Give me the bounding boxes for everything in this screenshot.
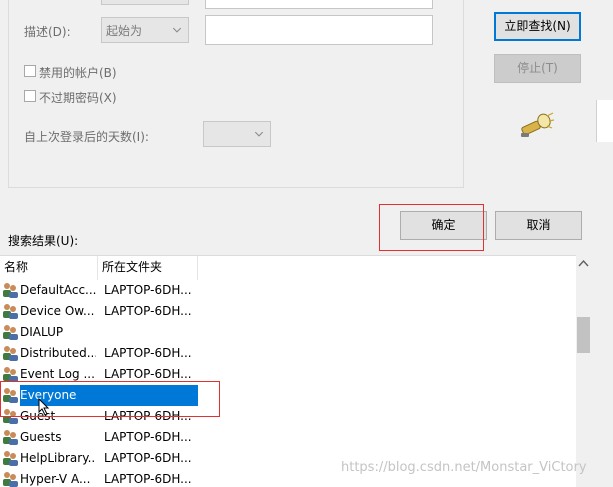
results-scrollbar[interactable] bbox=[576, 255, 591, 487]
search-results-list[interactable]: 名称 所在文件夹 DefaultAcc... LAPTOP-6DH... Dev… bbox=[0, 255, 591, 487]
disabled-accounts-label: 禁用的帐户(B) bbox=[39, 66, 117, 80]
description-field[interactable] bbox=[205, 15, 433, 45]
list-item[interactable]: Guests LAPTOP-6DH... bbox=[0, 427, 576, 448]
item-name: HelpLibrary... bbox=[20, 451, 96, 465]
watermark: https://blog.csdn.net/Monstar_ViCtory bbox=[341, 460, 587, 475]
chevron-down-icon bbox=[172, 27, 182, 33]
user-group-icon bbox=[3, 346, 18, 361]
list-item[interactable]: Device Ow... LAPTOP-6DH... bbox=[0, 301, 576, 322]
column-header-folder[interactable]: 所在文件夹 bbox=[98, 256, 198, 280]
item-folder: LAPTOP-6DH... bbox=[104, 451, 192, 465]
user-group-icon bbox=[3, 430, 18, 445]
name-combo[interactable] bbox=[101, 0, 189, 5]
description-label: 描述(D): bbox=[24, 25, 71, 39]
find-now-button[interactable]: 立即查找(N) bbox=[494, 12, 581, 41]
cancel-button[interactable]: 取消 bbox=[495, 211, 582, 240]
item-name: DIALUP bbox=[20, 325, 64, 339]
name-field[interactable] bbox=[205, 0, 433, 9]
days-since-logon-label: 自上次登录后的天数(I): bbox=[24, 130, 149, 144]
disabled-accounts-checkbox[interactable] bbox=[24, 65, 36, 77]
search-flashlight-icon bbox=[521, 112, 555, 137]
list-item[interactable]: DIALUP bbox=[0, 322, 576, 343]
list-item[interactable]: Distributed... LAPTOP-6DH... bbox=[0, 343, 576, 364]
user-group-icon bbox=[3, 283, 18, 298]
item-name: Distributed... bbox=[20, 346, 96, 360]
list-item[interactable]: DefaultAcc... LAPTOP-6DH... bbox=[0, 280, 576, 301]
item-name: Device Ow... bbox=[20, 304, 95, 318]
description-combo-value: 起始为 bbox=[106, 24, 143, 38]
item-folder: LAPTOP-6DH... bbox=[104, 283, 192, 297]
user-group-icon bbox=[3, 325, 18, 340]
column-header-name[interactable]: 名称 bbox=[0, 256, 98, 280]
item-name: DefaultAcc... bbox=[20, 283, 96, 297]
item-folder: LAPTOP-6DH... bbox=[104, 304, 192, 318]
no-expire-password-label: 不过期密码(X) bbox=[39, 91, 117, 105]
highlight-box-ok bbox=[379, 204, 484, 251]
search-criteria-panel: 描述(D): 起始为 禁用的帐户(B) 不过期密码(X) 自上次登录后的天数(I… bbox=[8, 0, 464, 188]
chevron-down-icon bbox=[254, 131, 264, 137]
user-group-icon bbox=[3, 472, 18, 487]
highlight-box-everyone bbox=[0, 381, 220, 417]
user-group-icon bbox=[3, 304, 18, 319]
days-since-logon-combo[interactable] bbox=[203, 121, 271, 147]
chevron-up-icon[interactable] bbox=[578, 259, 589, 267]
item-name: Hyper-V A... bbox=[20, 472, 91, 486]
user-group-icon bbox=[3, 451, 18, 466]
item-folder: LAPTOP-6DH... bbox=[104, 346, 192, 360]
no-expire-password-checkbox[interactable] bbox=[24, 90, 36, 102]
description-combo[interactable]: 起始为 bbox=[101, 17, 189, 43]
search-results-label: 搜索结果(U): bbox=[8, 234, 79, 248]
user-group-icon bbox=[3, 367, 18, 382]
item-folder: LAPTOP-6DH... bbox=[104, 472, 192, 486]
item-folder: LAPTOP-6DH... bbox=[104, 430, 192, 444]
stop-button[interactable]: 停止(T) bbox=[494, 54, 581, 83]
item-name: Guests bbox=[20, 430, 62, 444]
background-window-edge bbox=[596, 100, 613, 142]
scrollbar-thumb[interactable] bbox=[577, 317, 590, 353]
